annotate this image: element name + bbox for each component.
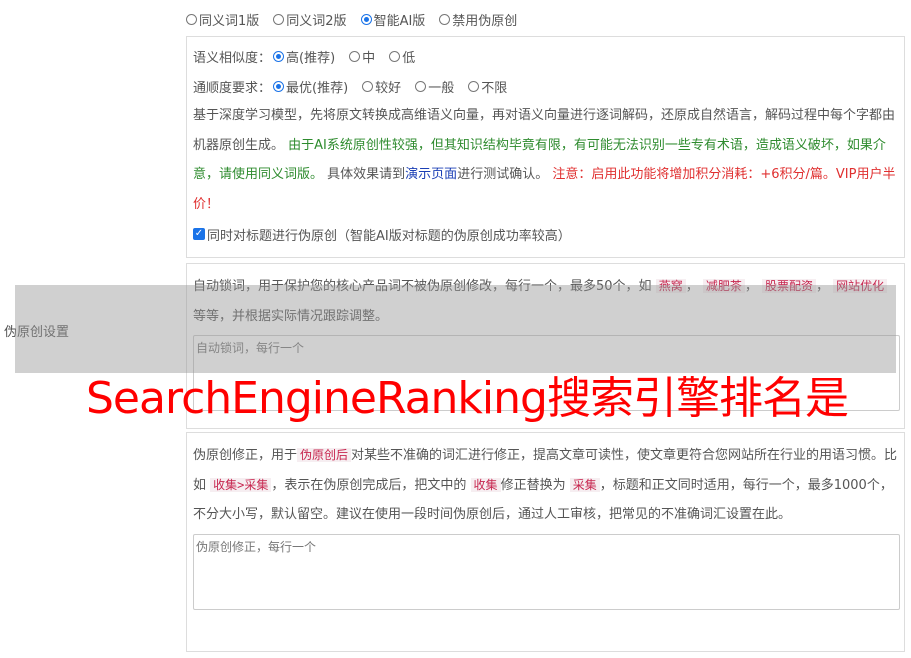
title-checkbox-label: 同时对标题进行伪原创（智能AI版对标题的伪原创成功率较高） — [207, 228, 571, 244]
mode-radio-group: 同义词1版 同义词2版 智能AI版 禁用伪原创 — [186, 10, 517, 29]
example-tag: 收集>采集 — [210, 477, 272, 492]
radio-checked-icon[interactable] — [273, 50, 285, 62]
similarity-medium[interactable]: 中 — [349, 47, 375, 66]
fluency-label: 通顺度要求： — [193, 80, 272, 96]
radio-icon[interactable] — [362, 80, 374, 92]
example-tag: 伪原创后 — [297, 448, 352, 462]
similarity-low[interactable]: 低 — [389, 47, 415, 66]
similarity-label: 语义相似度： — [193, 50, 272, 66]
radio-checked-icon[interactable] — [273, 80, 285, 92]
fluency-best[interactable]: 最优(推荐) — [273, 77, 348, 96]
watermark-text: SearchEngineRanking搜索引擎排名是 — [86, 373, 849, 424]
mode-option-ai[interactable]: 智能AI版 — [360, 10, 425, 29]
checkbox-checked-icon[interactable]: ✓ — [193, 228, 205, 240]
mode-option-synonym1[interactable]: 同义词1版 — [186, 10, 259, 29]
radio-icon[interactable] — [186, 14, 197, 25]
example-tag: 收集 — [470, 477, 501, 492]
title-option-row: ✓ 同时对标题进行伪原创（智能AI版对标题的伪原创成功率较高） — [193, 219, 898, 249]
example-tag: 采集 — [569, 477, 600, 492]
radio-icon[interactable] — [349, 50, 361, 62]
radio-icon[interactable] — [415, 80, 427, 92]
mode-option-disable[interactable]: 禁用伪原创 — [439, 10, 517, 29]
radio-icon[interactable] — [389, 50, 401, 62]
radio-checked-icon[interactable] — [360, 14, 372, 25]
similarity-high[interactable]: 高(推荐) — [273, 47, 335, 66]
similarity-row: 语义相似度： 高(推荐) 中 低 — [193, 41, 898, 71]
gray-overlay — [15, 285, 896, 373]
ai-description: 基于深度学习模型，先将原文转换成高维语义向量，再对语义向量进行逐词解码，还原成自… — [193, 108, 896, 212]
correction-description: 伪原创修正，用于 伪原创后 对某些不准确的词汇进行修正，提高文章可读性，使文章更符合… — [193, 448, 898, 522]
fluency-normal[interactable]: 一般 — [415, 77, 454, 96]
radio-icon[interactable] — [273, 14, 285, 25]
correction-panel: 伪原创修正，用于 伪原创后 对某些不准确的词汇进行修正，提高文章可读性，使文章更符合… — [186, 432, 905, 652]
correction-input[interactable] — [193, 533, 900, 610]
radio-icon[interactable] — [468, 80, 480, 92]
mode-option-synonym2[interactable]: 同义词2版 — [273, 10, 347, 29]
fluency-good[interactable]: 较好 — [362, 77, 401, 96]
demo-page-link[interactable]: 演示页面 — [405, 167, 457, 182]
ai-settings-panel: 语义相似度： 高(推荐) 中 低 通顺度要求： 最优(推荐) 较好 一般 不限 … — [186, 36, 905, 258]
fluency-row: 通顺度要求： 最优(推荐) 较好 一般 不限 — [193, 71, 898, 101]
radio-icon[interactable] — [439, 14, 451, 25]
fluency-any[interactable]: 不限 — [468, 77, 507, 96]
